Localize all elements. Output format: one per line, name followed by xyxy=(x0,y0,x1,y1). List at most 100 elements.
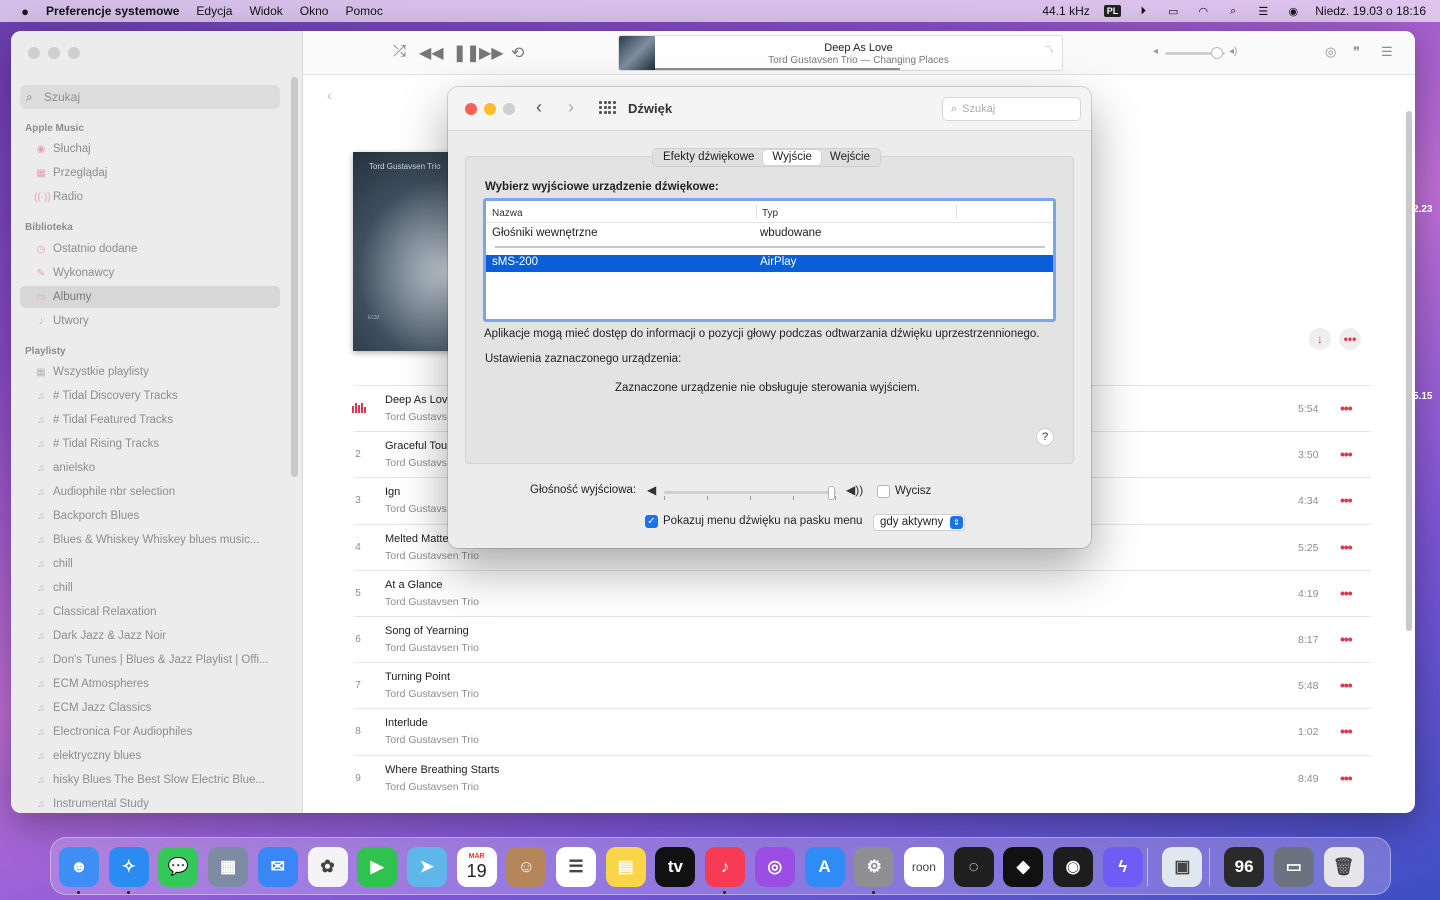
airplay-icon[interactable]: ◎ xyxy=(1325,44,1336,60)
contacts-icon[interactable]: ☺ xyxy=(506,847,547,887)
now-playing-display[interactable]: Deep As Love Tord Gustavsen Trio — Chang… xyxy=(618,35,1063,71)
sidebar-item-playlist[interactable]: ♫ Don's Tunes | Blues & Jazz Playlist | O… xyxy=(20,649,280,671)
download-button[interactable]: ↓ xyxy=(1309,328,1331,350)
track-more-icon[interactable]: ••• xyxy=(1340,492,1353,508)
album-more-button[interactable]: ••• xyxy=(1339,328,1361,350)
zoom-button[interactable] xyxy=(503,103,515,115)
control-center-icon[interactable]: ☰ xyxy=(1255,4,1271,18)
show-menu-checkbox[interactable]: ✓ xyxy=(645,515,658,528)
track-more-icon[interactable]: ••• xyxy=(1340,585,1353,601)
sidebar-item-playlist[interactable]: ♫ Dark Jazz & Jazz Noir xyxy=(20,625,280,647)
maps-icon[interactable]: ➤ xyxy=(406,847,447,887)
battery-icon[interactable]: ▭ xyxy=(1165,4,1181,18)
sidebar-item-artists[interactable]: ✎ Wykonawcy xyxy=(20,262,280,284)
tab-sound-effects[interactable]: Efekty dźwiękowe xyxy=(654,150,763,165)
playback-progress-bar[interactable] xyxy=(655,68,901,70)
back-chevron-icon[interactable]: ‹ xyxy=(327,87,332,103)
track-more-icon[interactable]: ••• xyxy=(1340,446,1353,462)
track-more-icon[interactable]: ••• xyxy=(1340,723,1353,739)
siri-icon[interactable]: ◉ xyxy=(1285,4,1301,18)
track-more-icon[interactable]: ••• xyxy=(1340,400,1353,416)
zoom-button[interactable] xyxy=(68,47,80,59)
show-menu-popup[interactable]: gdy aktywny ⇕ xyxy=(873,514,965,531)
trash-icon[interactable]: 🗑 xyxy=(1323,847,1364,887)
messenger-icon[interactable]: ϟ xyxy=(1102,847,1143,887)
screenshot-folder-icon[interactable]: ▭ xyxy=(1273,847,1314,887)
track-row[interactable]: 7 Turning Point Tord Gustavsen Trio 5:48 ••• xyxy=(354,662,1371,708)
sidebar-item-playlist[interactable]: ♫ Audiophile nbr selection xyxy=(20,481,280,503)
play-status-icon[interactable]: ⏵ xyxy=(1135,4,1151,18)
menu-help[interactable]: Pomoc xyxy=(345,4,382,18)
podcasts-icon[interactable]: ◎ xyxy=(754,847,795,887)
mail-icon[interactable]: ✉ xyxy=(257,847,298,887)
menu-view[interactable]: Widok xyxy=(249,4,282,18)
menu-app-name[interactable]: Preferencje systemowe xyxy=(46,4,179,18)
sidebar-item-listen[interactable]: ◉ Słuchaj xyxy=(20,138,280,160)
sidebar-item-browse[interactable]: ▦ Przeglądaj xyxy=(20,162,280,184)
sidebar-item-songs[interactable]: ♪ Utwory xyxy=(20,310,280,332)
repeat-icon[interactable]: ⟲ xyxy=(511,43,524,63)
sidebar-search-input[interactable]: ⌕ Szukaj xyxy=(20,85,280,109)
music-icon[interactable]: ♪ xyxy=(705,847,746,887)
menu-clock[interactable]: Niedz. 19.03 o 18:16 xyxy=(1315,4,1426,18)
finder-icon[interactable]: ☻ xyxy=(59,847,99,887)
track-row[interactable]: 6 Song of Yearning Tord Gustavsen Trio 8:17… xyxy=(354,615,1371,662)
lyrics-icon[interactable]: ❞ xyxy=(1353,44,1360,60)
sidebar-item-playlist[interactable]: ♫ chill xyxy=(20,577,280,599)
sidebar-scrollbar[interactable] xyxy=(291,77,298,477)
spotify-icon[interactable]: ◉ xyxy=(1053,847,1093,887)
forward-icon[interactable]: ▶▶ xyxy=(479,43,504,63)
column-type[interactable]: Typ xyxy=(762,208,778,219)
forward-icon[interactable]: › xyxy=(568,97,574,118)
minimize-button[interactable] xyxy=(484,103,496,115)
sidebar-item-playlist[interactable]: ♫ Instrumental Study xyxy=(20,793,280,813)
spotlight-icon[interactable]: ⌕ xyxy=(1225,4,1241,18)
rewind-icon[interactable]: ◀◀ xyxy=(419,43,444,63)
track-more-icon[interactable]: ••• xyxy=(1340,770,1353,786)
volume-knob[interactable] xyxy=(1211,47,1223,59)
sidebar-item-playlist[interactable]: ♫ Backporch Blues xyxy=(20,505,280,527)
audirvana-icon[interactable]: ◌ xyxy=(953,847,994,887)
sidebar-item-playlist[interactable]: ♫ Blues & Whiskey Whiskey blues music... xyxy=(20,529,280,551)
menu-edit[interactable]: Edycja xyxy=(196,4,232,18)
appstore-icon[interactable]: A xyxy=(804,847,845,887)
safari-icon[interactable]: ✧ xyxy=(108,847,149,887)
close-button[interactable] xyxy=(465,103,477,115)
pref-search-input[interactable]: ⌕ Szukaj xyxy=(942,97,1081,121)
track-row[interactable]: 5 At a Glance Tord Gustavsen Trio 4:19 ••• xyxy=(354,569,1371,616)
calendar-icon[interactable]: MAR 19 xyxy=(456,847,497,887)
facetime-icon[interactable]: ▶ xyxy=(357,847,398,887)
menu-window[interactable]: Okno xyxy=(300,4,329,18)
pause-icon[interactable]: ❚❚ xyxy=(453,43,480,63)
reminders-icon[interactable]: ☰ xyxy=(556,847,596,887)
device-row[interactable]: Głośniki wewnętrzne wbudowane xyxy=(486,226,1053,243)
tab-output[interactable]: Wyjście xyxy=(763,150,821,165)
sidebar-item-playlist[interactable]: ♫ ECM Atmospheres xyxy=(20,673,280,695)
sidebar-item-playlist[interactable]: ♫ # Tidal Featured Tracks xyxy=(20,409,280,431)
tidal-icon[interactable]: ◆ xyxy=(1003,847,1044,887)
volume-slider[interactable]: ◂ ◂) xyxy=(1153,46,1238,60)
track-more-icon[interactable]: ••• xyxy=(1340,539,1353,555)
help-button[interactable]: ? xyxy=(1036,428,1054,446)
sidebar-item-recently-added[interactable]: ◷ Ostatnio dodane xyxy=(20,238,280,260)
track-row[interactable]: 8 Interlude Tord Gustavsen Trio 1:02 ••• xyxy=(354,708,1371,754)
appletv-icon[interactable]: tv xyxy=(655,847,696,887)
sidebar-item-playlist[interactable]: ▦ Wszystkie playlisty xyxy=(20,361,280,383)
apple-icon[interactable]: ● xyxy=(16,4,34,19)
back-icon[interactable]: ‹ xyxy=(536,97,542,118)
launchpad-icon[interactable]: ▦ xyxy=(208,847,249,887)
sidebar-item-playlist[interactable]: ♫ # Tidal Discovery Tracks xyxy=(20,385,280,407)
output-volume-slider[interactable] xyxy=(664,486,836,500)
tab-input[interactable]: Wejście xyxy=(821,150,879,165)
roon-icon[interactable]: roon xyxy=(903,847,944,887)
preview-icon[interactable]: ▣ xyxy=(1162,847,1203,887)
wifi-icon[interactable]: ◠ xyxy=(1195,4,1211,18)
content-scrollbar[interactable] xyxy=(1406,111,1412,631)
sample-rate-status[interactable]: 44.1 kHz xyxy=(1042,4,1089,18)
column-name[interactable]: Nazwa xyxy=(492,208,523,219)
queue-icon[interactable]: ☰ xyxy=(1381,44,1393,60)
minimize-button[interactable] xyxy=(48,47,60,59)
istat-icon[interactable]: 96 xyxy=(1224,847,1265,887)
photos-icon[interactable]: ✿ xyxy=(307,847,348,887)
sidebar-item-playlist[interactable]: ♫ Classical Relaxation xyxy=(20,601,280,623)
